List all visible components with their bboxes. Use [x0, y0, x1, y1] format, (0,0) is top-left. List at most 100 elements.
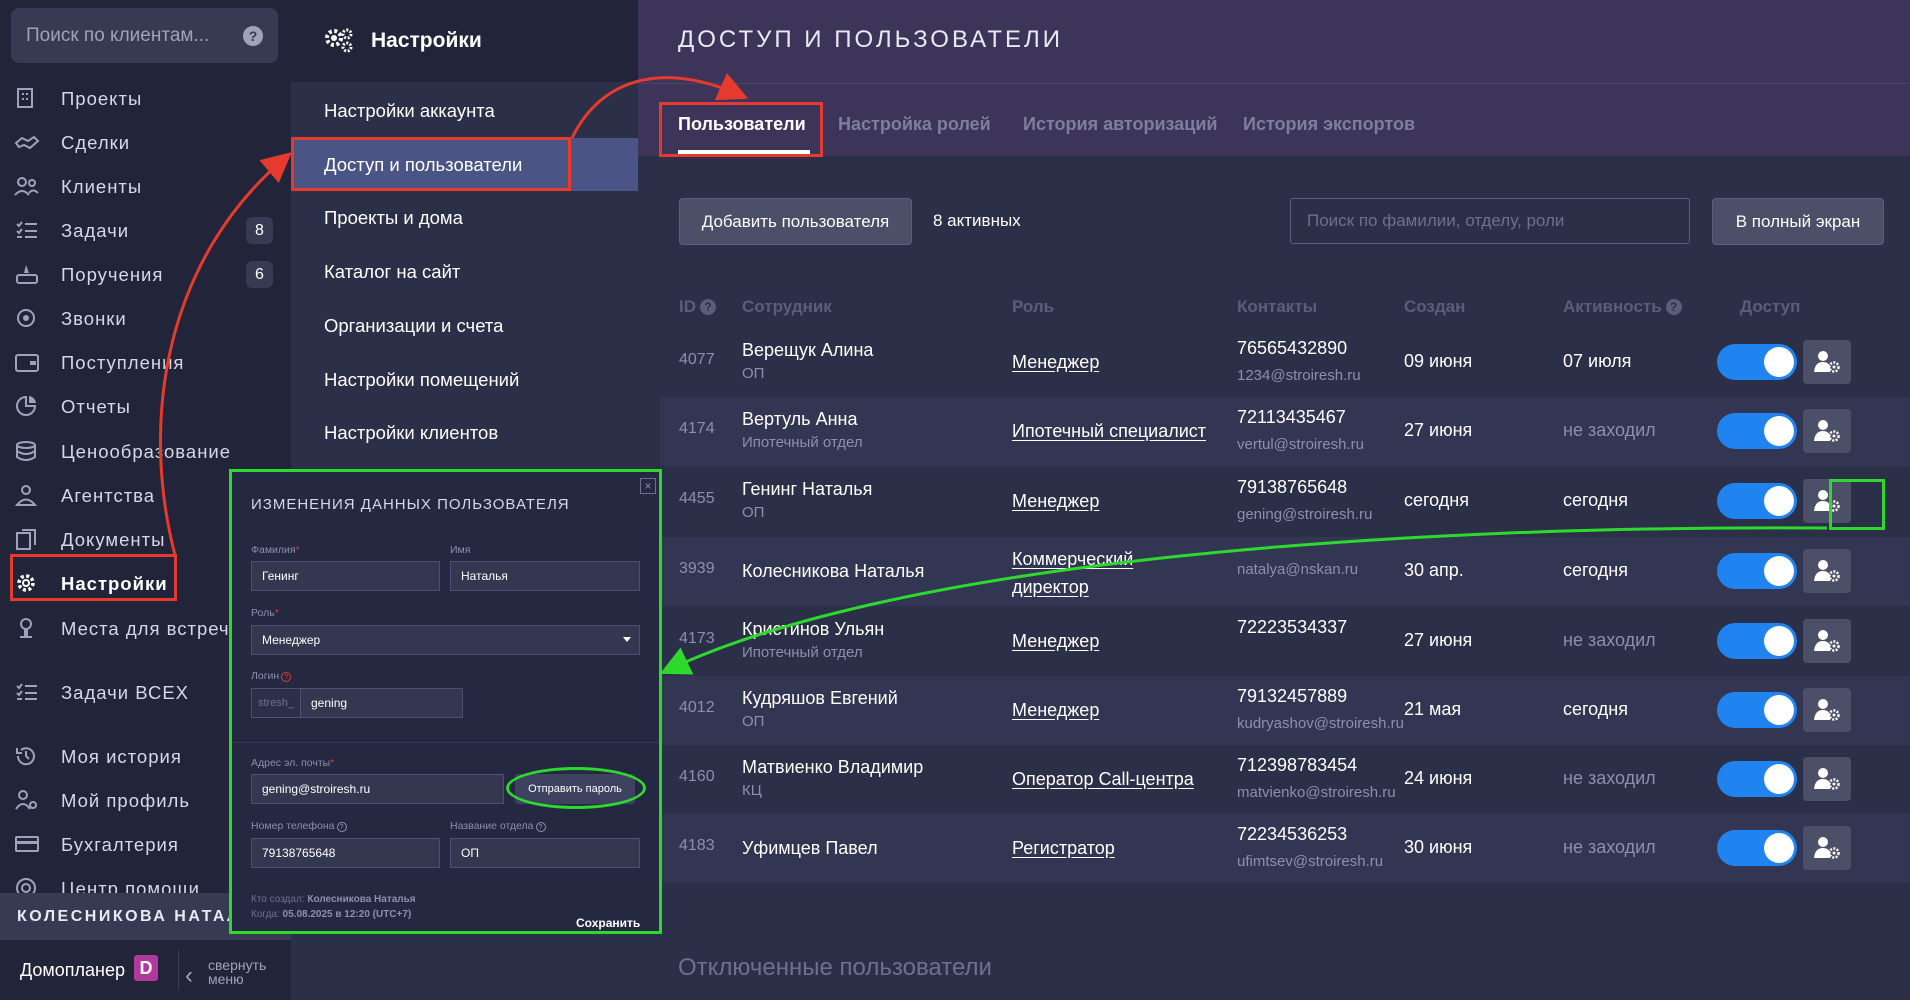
settings-item-3[interactable]: Проекты и дома	[291, 191, 638, 244]
user-role-link[interactable]: Менеджер	[1012, 627, 1099, 655]
page-title: ДОСТУП И ПОЛЬЗОВАТЕЛИ	[678, 26, 1063, 53]
user-settings-button[interactable]	[1803, 409, 1851, 453]
role-select[interactable]: Менеджер	[251, 625, 640, 655]
user-activity: сегодня	[1563, 699, 1628, 719]
user-gear-icon	[1814, 768, 1840, 790]
question-circle-icon[interactable]: ?	[336, 822, 347, 832]
tab-bar: Пользователи Настройка ролей История авт…	[638, 83, 1910, 156]
table-row[interactable]: 4077 Верещук Алина ОП Менеджер 76565432890 12…	[660, 328, 1910, 397]
user-role-link[interactable]: Менеджер	[1012, 487, 1099, 515]
nav-item-4[interactable]: Задачи 8	[0, 210, 291, 250]
coins-icon	[16, 441, 36, 461]
table-row[interactable]: 4183 Уфимцев Павел Регистратор 72234536253 u…	[660, 814, 1910, 883]
access-toggle[interactable]	[1717, 344, 1797, 380]
access-toggle[interactable]	[1717, 553, 1797, 589]
profile-icon	[15, 790, 37, 810]
annotation-red-box-settings	[10, 554, 177, 601]
nav-item-6[interactable]: Звонки	[0, 298, 291, 338]
modal-divider	[232, 742, 659, 743]
add-user-button[interactable]: Добавить пользователя	[679, 198, 912, 245]
nav-item-9[interactable]: Ценообразование	[0, 431, 291, 471]
nav-item-label: Ценообразование	[61, 441, 232, 462]
settings-item-4[interactable]: Каталог на сайт	[291, 245, 638, 298]
login-field[interactable]: gening	[300, 688, 463, 718]
question-circle-icon[interactable]: ?	[1665, 299, 1682, 315]
annotation-green-ellipse	[506, 767, 646, 809]
lastname-field[interactable]: Генинг	[251, 561, 440, 591]
phone-field[interactable]: 79138765648	[251, 838, 440, 868]
role-label-text: Роль	[251, 607, 275, 619]
firstname-field[interactable]: Наталья	[450, 561, 640, 591]
user-role-link[interactable]: Менеджер	[1012, 348, 1099, 376]
chevron-left-icon[interactable]: ‹	[185, 962, 193, 990]
access-toggle[interactable]	[1717, 761, 1797, 797]
fullscreen-button[interactable]: В полный экран	[1712, 198, 1884, 245]
tab-export-history[interactable]: История экспортов	[1243, 114, 1415, 135]
access-toggle[interactable]	[1717, 413, 1797, 449]
edit-user-modal: ИЗМЕНЕНИЯ ДАННЫХ ПОЛЬЗОВАТЕЛЯ × Фамилия*…	[229, 469, 662, 934]
user-role-link[interactable]: Менеджер	[1012, 696, 1099, 724]
nav-item-3[interactable]: Клиенты	[0, 166, 291, 206]
user-role-link[interactable]: Коммерческий директор	[1012, 545, 1133, 601]
access-toggle[interactable]	[1717, 830, 1797, 866]
user-role-link[interactable]: Оператор Call-центра	[1012, 765, 1194, 793]
nav-item-2[interactable]: Сделки	[0, 122, 291, 162]
column-header-id: ID?	[679, 297, 716, 317]
collapse-menu-button[interactable]: свернуть меню	[208, 958, 266, 986]
table-row[interactable]: 4173 Кристинов Ульян Ипотечный отдел Менедж…	[660, 607, 1910, 676]
dept-field[interactable]: ОП	[450, 838, 640, 868]
meeting-icon	[20, 618, 32, 638]
user-settings-button[interactable]	[1803, 757, 1851, 801]
user-name: Генинг Наталья	[742, 479, 873, 499]
user-search-input[interactable]	[1290, 198, 1690, 244]
table-row[interactable]: 4455 Генинг Наталья ОП Менеджер 79138765648 g…	[660, 467, 1910, 536]
table-row[interactable]: 4160 Матвиенко Владимир КЦ Оператор Call-це…	[660, 745, 1910, 814]
column-header-activity: Активность?	[1563, 297, 1682, 317]
user-settings-button[interactable]	[1803, 340, 1851, 384]
email-field[interactable]: gening@stroiresh.ru	[251, 774, 504, 804]
user-settings-button[interactable]	[1803, 619, 1851, 663]
role-label: Роль*	[251, 607, 279, 619]
table-row[interactable]: 4174 Вертуль Анна Ипотечный отдел Ипотечный…	[660, 397, 1910, 466]
column-header-created[interactable]: Создан	[1404, 297, 1465, 317]
user-settings-button[interactable]	[1803, 549, 1851, 593]
tab-roles[interactable]: Настройка ролей	[838, 114, 991, 135]
settings-item-7[interactable]: Настройки клиентов	[291, 406, 638, 459]
nav-item-label: Поручения	[61, 264, 164, 285]
tab-auth-history[interactable]: История авторизаций	[1023, 114, 1217, 135]
close-icon[interactable]: ×	[640, 478, 656, 494]
save-button[interactable]: Сохранить	[576, 916, 640, 930]
nav-item-8[interactable]: Отчеты	[0, 386, 291, 426]
question-circle-icon[interactable]: ?	[243, 26, 263, 46]
user-settings-button[interactable]	[1803, 826, 1851, 870]
user-settings-button[interactable]	[1803, 688, 1851, 732]
settings-item-1[interactable]: Настройки аккаунта	[291, 84, 638, 137]
table-row[interactable]: 3939 Колесникова Наталья Коммерческий дирек…	[660, 537, 1910, 606]
brand-bar: Домопланер D ‹ свернуть меню	[0, 940, 291, 1000]
count-badge: 8	[246, 217, 273, 244]
column-header-employee[interactable]: Сотрудник	[742, 297, 832, 317]
access-toggle[interactable]	[1717, 623, 1797, 659]
access-toggle[interactable]	[1717, 483, 1797, 519]
user-role-link[interactable]: Регистратор	[1012, 834, 1115, 862]
nav-item-label: Проекты	[61, 88, 143, 109]
settings-item-label: Настройки помещений	[324, 368, 520, 390]
user-id: 4174	[679, 420, 715, 437]
nav-item-5[interactable]: Поручения 6	[0, 254, 291, 294]
table-row[interactable]: 4012 Кудряшов Евгений ОП Менеджер 7913245788…	[660, 676, 1910, 745]
settings-item-5[interactable]: Организации и счета	[291, 299, 638, 352]
question-circle-icon[interactable]: ?	[535, 822, 546, 832]
column-header-role[interactable]: Роль	[1012, 297, 1054, 317]
nav-item-1[interactable]: Проекты	[0, 78, 291, 118]
nav-item-7[interactable]: Поступления	[0, 342, 291, 382]
user-dept: КЦ	[742, 782, 762, 799]
settings-item-6[interactable]: Настройки помещений	[291, 353, 638, 406]
global-search-input[interactable]	[11, 8, 278, 63]
brand-logo-icon: D	[134, 955, 158, 981]
toggle-knob	[1764, 347, 1794, 377]
question-circle-icon[interactable]: ?	[281, 672, 292, 682]
user-created: 09 июня	[1404, 351, 1473, 371]
user-role-link[interactable]: Ипотечный специалист	[1012, 417, 1206, 445]
question-circle-icon[interactable]: ?	[700, 299, 716, 315]
access-toggle[interactable]	[1717, 692, 1797, 728]
